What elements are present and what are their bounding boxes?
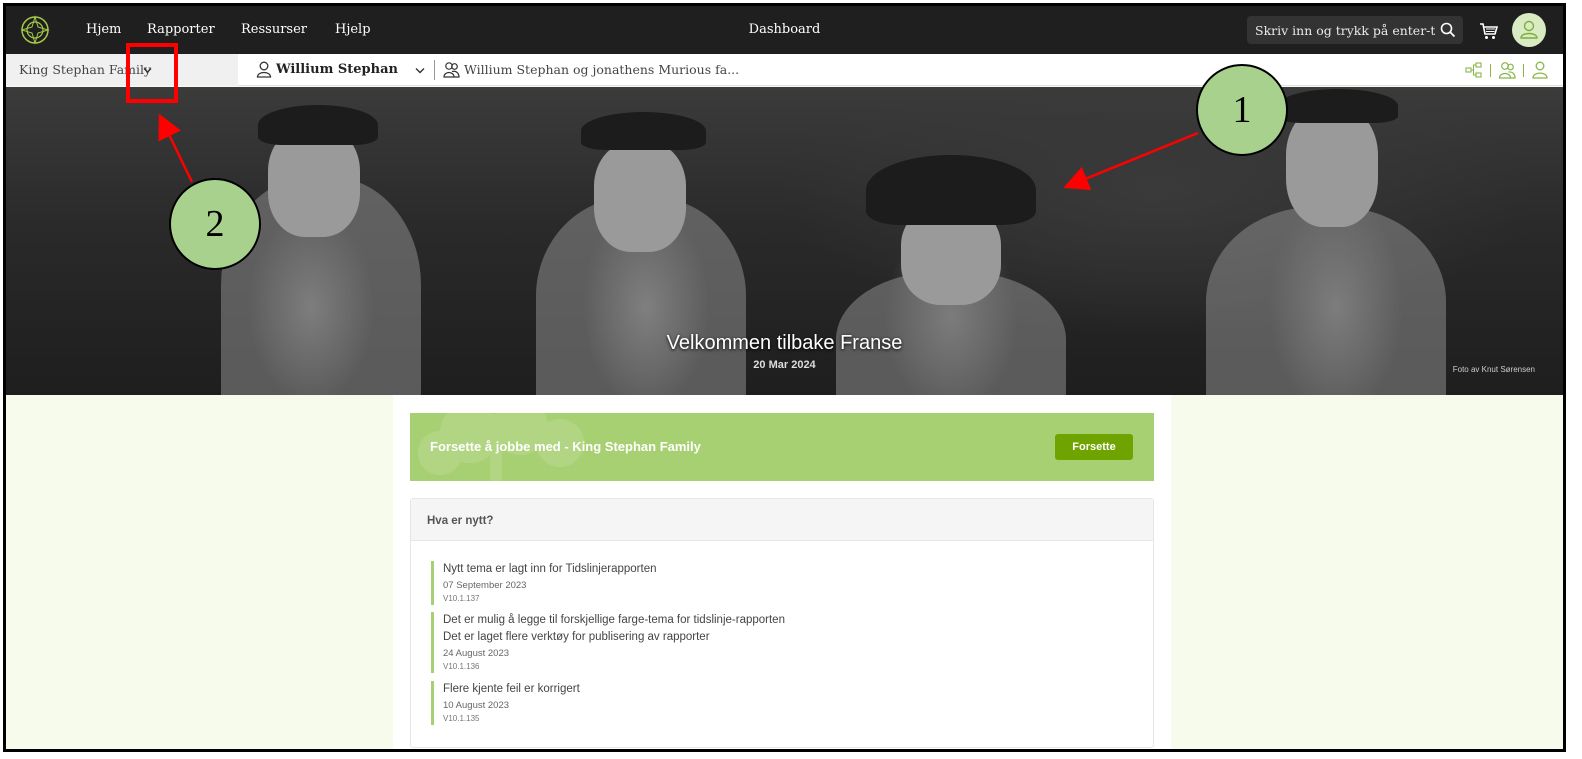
photo-credit: Foto av Knut Sørensen	[1452, 365, 1535, 374]
hero-photo-hat	[866, 155, 1036, 225]
news-item: Det er mulig å legge til forskjellige fa…	[431, 612, 785, 673]
news-version: V10.1.135	[443, 714, 480, 723]
search-icon[interactable]	[1440, 22, 1456, 38]
news-date: 24 August 2023	[443, 648, 510, 659]
nav-reports[interactable]: Rapporter	[147, 22, 215, 37]
welcome-date: 20 Mar 2024	[753, 359, 816, 371]
continue-button[interactable]: Forsette	[1055, 434, 1133, 460]
hero-photo-face	[594, 142, 686, 252]
annotation-callout-2: 2	[169, 178, 261, 270]
person-view-icon[interactable]	[1531, 61, 1549, 79]
hero-photo-face	[1286, 107, 1378, 227]
continue-banner-text: Forsette å jobbe med - King Stephan Fami…	[430, 439, 701, 454]
news-date: 10 August 2023	[443, 700, 510, 711]
view-switcher	[1465, 61, 1549, 79]
family-icon	[443, 62, 460, 78]
main-content: Forsette å jobbe med - King Stephan Fami…	[393, 395, 1171, 749]
selected-person[interactable]: Willium Stephan	[276, 62, 398, 77]
hero-photo-hat	[581, 112, 706, 150]
hero-photo-hat	[1278, 89, 1398, 123]
whats-new-heading: Hva er nytt?	[411, 499, 1153, 541]
continue-banner: Forsette å jobbe med - King Stephan Fami…	[410, 413, 1154, 481]
news-title: Det er mulig å legge til forskjellige fa…	[443, 614, 785, 626]
chevron-down-icon[interactable]	[415, 66, 425, 75]
news-version: V10.1.136	[443, 662, 480, 671]
search-box	[1247, 16, 1463, 44]
news-item: Flere kjente feil er korrigert 10 August…	[431, 681, 580, 725]
annotation-highlight-box	[126, 43, 178, 103]
cart-icon[interactable]	[1479, 21, 1499, 41]
user-icon	[1520, 20, 1538, 39]
app-window: Hjem Rapporter Ressurser Hjelp Dashboard	[3, 3, 1566, 752]
user-avatar[interactable]	[1512, 13, 1546, 47]
tree-view-icon[interactable]	[1465, 61, 1483, 79]
whats-new-panel: Hva er nytt? Nytt tema er lagt inn for T…	[410, 498, 1154, 748]
nav-help[interactable]: Hjelp	[335, 22, 371, 37]
nav-home[interactable]: Hjem	[86, 22, 121, 37]
news-item: Nytt tema er lagt inn for Tidslinjerappo…	[431, 561, 657, 605]
news-title: Nytt tema er lagt inn for Tidslinjerappo…	[443, 563, 657, 575]
search-input[interactable]	[1255, 20, 1435, 40]
context-bar: King Stephan Family Willium Stephan Will…	[6, 54, 1563, 86]
separator	[1490, 63, 1491, 77]
logo-icon[interactable]	[20, 15, 50, 45]
divider	[434, 60, 435, 80]
separator	[1523, 63, 1524, 77]
top-navbar: Hjem Rapporter Ressurser Hjelp Dashboard	[6, 6, 1563, 54]
news-title: Det er laget flere verktøy for publiseri…	[443, 631, 710, 643]
person-icon	[256, 61, 272, 78]
news-title: Flere kjente feil er korrigert	[443, 683, 580, 695]
hero-photo-hat	[258, 105, 378, 145]
news-version: V10.1.137	[443, 594, 480, 603]
family-view-icon[interactable]	[1498, 61, 1516, 79]
annotation-callout-1: 1	[1196, 64, 1288, 156]
nav-resources[interactable]: Ressurser	[241, 22, 307, 37]
tree-selector[interactable]: King Stephan Family	[6, 54, 238, 86]
welcome-title: Velkommen tilbake Franse	[666, 332, 903, 354]
news-date: 07 September 2023	[443, 580, 527, 591]
selected-family[interactable]: Willium Stephan og jonathens Murious fa.…	[464, 62, 739, 77]
